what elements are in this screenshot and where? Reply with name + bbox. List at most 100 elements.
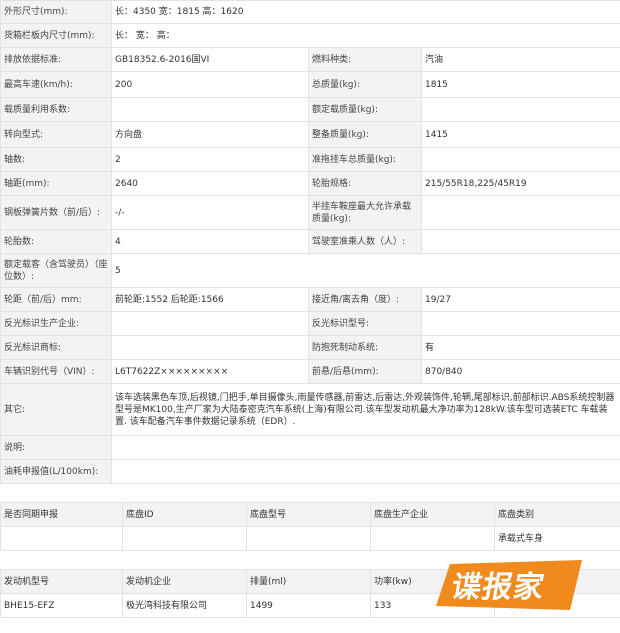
spec-label: 轮距（前/后）mm:: [0, 287, 112, 312]
spec-value: 长：4350 宽：1815 高：1620: [110, 0, 620, 24]
spec-label: 轮胎数:: [0, 229, 112, 254]
spec-row: 车辆识别代号（VIN）: L6T7622Z××××××××× 前悬/后悬(mm): 8…: [0, 359, 620, 384]
spec-value: 1415: [420, 121, 620, 148]
spec-row: 外形尺寸(mm): 长：4350 宽：1815 高：1620: [0, 0, 620, 24]
spec-value: [110, 459, 620, 484]
chassis-header-cell: 底盘生产企业: [370, 502, 495, 527]
spec-value: 方向盘: [111, 121, 309, 148]
spec-sheet: 外形尺寸(mm): 长：4350 宽：1815 高：1620 货箱栏板内尺寸(mm)…: [0, 0, 620, 618]
engine-cell: 极光湾科技有限公司: [122, 593, 247, 618]
spec-label: 总质量(kg):: [308, 71, 422, 98]
spec-value: 汽油: [420, 47, 620, 72]
spec-value: 该车选装黑色车顶,后视镜,门把手,单目摄像头,雨量传感器,前雷达,后雷达,外观装…: [110, 383, 620, 436]
spec-value: 5: [110, 253, 620, 288]
spec-value: 1815: [420, 71, 620, 98]
spec-label: 额定载质量(kg):: [308, 97, 422, 122]
spec-row: 油耗申报值(L/100km):: [0, 459, 620, 484]
spec-value: [420, 147, 620, 172]
spec-label: 其它:: [0, 383, 112, 436]
spec-value: [420, 195, 620, 230]
spec-row: 钢板弹簧片数（前/后）: -/- 半挂车鞍座最大允许承载质量(kg):: [0, 195, 620, 230]
spec-value: [420, 97, 620, 122]
engine-cell: 1499: [246, 593, 371, 618]
spec-row: 轴距(mm): 2640 轮胎规格: 215/55R18,225/45R19: [0, 171, 620, 196]
spec-label: 半挂车鞍座最大允许承载质量(kg):: [308, 195, 422, 230]
chassis-header-cell: 是否同期申报: [0, 502, 123, 527]
spec-label: 整备质量(kg):: [308, 121, 422, 148]
chassis-cell: [0, 526, 123, 551]
spec-row: 反光标识生产企业: 反光标识型号:: [0, 311, 620, 336]
spec-value: 215/55R18,225/45R19: [420, 171, 620, 196]
spec-value: [110, 435, 620, 460]
spec-row: 额定载客（含驾驶员）（座位数）: 5: [0, 253, 620, 288]
spec-label: 反光标识型号:: [308, 311, 422, 336]
spec-label: 反光标识商标:: [0, 335, 112, 360]
spec-label: 车辆识别代号（VIN）:: [0, 359, 112, 384]
chassis-header-row: 是否同期申报 底盘ID 底盘型号 底盘生产企业 底盘类别: [0, 502, 620, 527]
spec-row: 反光标识商标: 防抱死制动系统: 有: [0, 335, 620, 360]
spec-label: 货箱栏板内尺寸(mm):: [0, 23, 112, 48]
spec-label: 轴距(mm):: [0, 171, 112, 196]
chassis-header-cell: 底盘型号: [246, 502, 371, 527]
spec-label: 说明:: [0, 435, 112, 460]
spec-value: L6T7622Z×××××××××: [111, 359, 309, 384]
engine-header-cell: 发动机型号: [0, 569, 123, 594]
engine-cell: BHE15-EFZ: [0, 593, 123, 618]
spec-label: 前悬/后悬(mm):: [308, 359, 422, 384]
chassis-cell: [370, 526, 495, 551]
chassis-header-cell: 底盘ID: [122, 502, 247, 527]
spec-label: 转向型式:: [0, 121, 112, 148]
spec-row: 其它: 该车选装黑色车顶,后视镜,门把手,单目摄像头,雨量传感器,前雷达,后雷达,…: [0, 383, 620, 436]
chassis-cell: 承载式车身: [494, 526, 620, 551]
spec-value: GB18352.6-2016国VI: [111, 47, 309, 72]
spec-row: 轮距（前/后）mm: 前轮距:1552 后轮距:1566 接近角/离去角（度）: 19…: [0, 287, 620, 312]
chassis-data-row: 承载式车身: [0, 526, 620, 551]
chassis-cell: [122, 526, 247, 551]
spec-label: 接近角/离去角（度）:: [308, 287, 422, 312]
spec-label: 防抱死制动系统:: [308, 335, 422, 360]
spec-label: 轴数:: [0, 147, 112, 172]
spec-value: -/-: [111, 195, 309, 230]
spec-table: 外形尺寸(mm): 长：4350 宽：1815 高：1620 货箱栏板内尺寸(mm)…: [0, 0, 620, 484]
spec-value: [111, 311, 309, 336]
spec-value: 870/840: [420, 359, 620, 384]
spec-row: 载质量利用系数: 额定载质量(kg):: [0, 97, 620, 122]
spec-value: 前轮距:1552 后轮距:1566: [111, 287, 309, 312]
spec-label: 最高车速(km/h):: [0, 71, 112, 98]
spec-value: 2: [111, 147, 309, 172]
spec-row: 货箱栏板内尺寸(mm): 长： 宽： 高：: [0, 23, 620, 48]
spec-value: 200: [111, 71, 309, 98]
spec-value: [420, 229, 620, 254]
engine-header-cell: 排量(ml): [246, 569, 371, 594]
chassis-header-cell: 底盘类别: [494, 502, 620, 527]
spec-label: 反光标识生产企业:: [0, 311, 112, 336]
spec-label: 排放依据标准:: [0, 47, 112, 72]
spec-label: 钢板弹簧片数（前/后）:: [0, 195, 112, 230]
spec-value: 长： 宽： 高：: [110, 23, 620, 48]
spec-value: [111, 335, 309, 360]
spec-label: 油耗申报值(L/100km):: [0, 459, 112, 484]
spec-row: 轮胎数: 4 驾驶室准乘人数（人）:: [0, 229, 620, 254]
spec-label: 准拖挂车总质量(kg):: [308, 147, 422, 172]
spec-row: 排放依据标准: GB18352.6-2016国VI 燃料种类: 汽油: [0, 47, 620, 72]
spec-value: [111, 97, 309, 122]
spec-label: 额定载客（含驾驶员）（座位数）:: [0, 253, 112, 288]
spec-value: 19/27: [420, 287, 620, 312]
spec-row: 转向型式: 方向盘 整备质量(kg): 1415: [0, 121, 620, 148]
spec-row: 轴数: 2 准拖挂车总质量(kg):: [0, 147, 620, 172]
spec-value: [420, 311, 620, 336]
spec-value: 有: [420, 335, 620, 360]
logo-text: 谍报家: [448, 570, 548, 605]
engine-header-cell: 发动机企业: [122, 569, 247, 594]
spec-label: 轮胎规格:: [308, 171, 422, 196]
spec-label: 载质量利用系数:: [0, 97, 112, 122]
spec-label: 驾驶室准乘人数（人）:: [308, 229, 422, 254]
spec-row: 最高车速(km/h): 200 总质量(kg): 1815: [0, 71, 620, 98]
spec-label: 燃料种类:: [308, 47, 422, 72]
spec-value: 2640: [111, 171, 309, 196]
chassis-table: 是否同期申报 底盘ID 底盘型号 底盘生产企业 底盘类别 承载式车身: [0, 502, 620, 551]
spec-value: 4: [111, 229, 309, 254]
spec-label: 外形尺寸(mm):: [0, 0, 112, 24]
chassis-cell: [246, 526, 371, 551]
